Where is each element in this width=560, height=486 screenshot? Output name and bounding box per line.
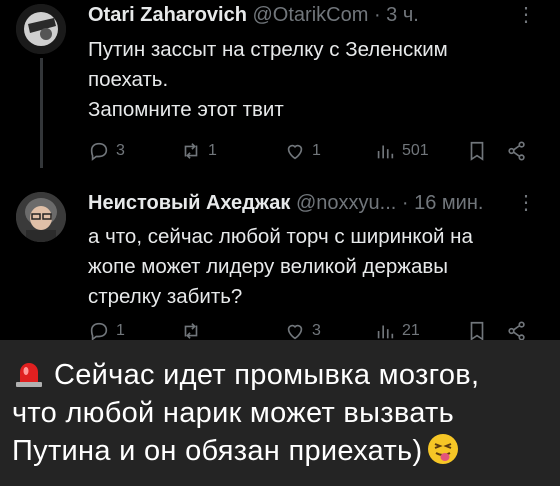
tweet-actions: 3 1 1 501 (88, 140, 528, 164)
share-icon (508, 321, 525, 341)
reply-icon (90, 142, 108, 161)
author-handle[interactable]: @noxxyu... (296, 192, 396, 214)
retweet-button[interactable] (180, 320, 208, 342)
tongue-out-face-icon (428, 434, 459, 464)
share-button[interactable] (506, 320, 528, 342)
bookmark-icon (470, 141, 484, 161)
views-chart-icon (377, 325, 394, 339)
caption-panel: Сейчас идет промывка мозгов, что любой н… (0, 340, 560, 486)
reply-button[interactable]: 3 (88, 140, 125, 162)
tweet-header: Otari Zaharovich @OtarikCom · 3 ч. (88, 4, 419, 27)
tweet-header: Неистовый Ахеджак @noxxyu... · 16 мин. (88, 192, 483, 215)
reply-count: 1 (116, 322, 125, 339)
like-button[interactable]: 1 (284, 140, 321, 162)
avatar[interactable] (16, 192, 66, 242)
police-siren-icon (16, 363, 42, 387)
tweet-time[interactable]: · 3 ч. (374, 4, 419, 26)
caption-line: Сейчас идет промывка мозгов, (12, 356, 479, 394)
author-handle[interactable]: @OtarikCom (253, 4, 369, 26)
tweet-text-line: а что, сейчас любой торч с ширинкой на (88, 225, 473, 248)
retweet-count: 1 (208, 142, 217, 159)
caption-line: что любой нарик может вызвать (12, 397, 454, 429)
share-button[interactable] (506, 140, 528, 162)
tweet-text-line: поехать. (88, 68, 169, 91)
tweet-text: Путин зассыт на стрелку с Зеленским поех… (88, 35, 448, 125)
tweet[interactable]: Неистовый Ахеджак @noxxyu... · 16 мин. ⋮… (0, 178, 560, 342)
view-count: 21 (402, 322, 420, 339)
more-options-icon[interactable]: ⋮ (516, 2, 536, 27)
tweet-thread: Otari Zaharovich @OtarikCom · 3 ч. ⋮ Пут… (0, 0, 560, 342)
retweet-button[interactable]: 1 (180, 140, 217, 162)
reply-button[interactable]: 1 (88, 320, 125, 342)
bookmark-button[interactable] (466, 140, 488, 162)
caption-text: Сейчас идет промывка мозгов, что любой н… (12, 356, 479, 470)
tweet-text-line: стрелку забить? (88, 285, 243, 308)
views-button[interactable]: 21 (374, 320, 420, 342)
reply-icon (90, 322, 108, 341)
tweet[interactable]: Otari Zaharovich @OtarikCom · 3 ч. ⋮ Пут… (0, 0, 560, 168)
share-icon (508, 141, 525, 161)
retweet-icon (184, 323, 198, 339)
caption-line: Путина и он обязан приехать) (12, 432, 479, 470)
heart-icon (287, 324, 303, 340)
like-count: 1 (312, 142, 321, 159)
heart-icon (287, 144, 303, 160)
bookmark-icon (470, 321, 484, 341)
caption-line-text: Сейчас идет промывка мозгов, (54, 359, 480, 391)
reply-count: 3 (116, 142, 125, 159)
views-chart-icon (377, 145, 394, 159)
author-name[interactable]: Неистовый Ахеджак (88, 192, 290, 214)
views-button[interactable]: 501 (374, 140, 429, 162)
view-count: 501 (402, 142, 429, 159)
thread-connector-line (40, 58, 43, 168)
tweet-time[interactable]: · 16 мин. (402, 192, 484, 214)
caption-line-text: Путина и он обязан приехать) (12, 435, 423, 467)
like-button[interactable]: 3 (284, 320, 321, 342)
tweet-text: а что, сейчас любой торч с ширинкой на ж… (88, 222, 473, 312)
more-options-icon[interactable]: ⋮ (516, 190, 536, 215)
tweet-text-line: Запомните этот твит (88, 98, 284, 121)
author-name[interactable]: Otari Zaharovich (88, 4, 247, 26)
tweet-text-line: Путин зассыт на стрелку с Зеленским (88, 38, 448, 61)
bookmark-button[interactable] (466, 320, 488, 342)
avatar[interactable] (16, 4, 66, 54)
like-count: 3 (312, 322, 321, 339)
tweet-text-line: жопе может лидеру великой державы (88, 255, 449, 278)
retweet-icon (184, 143, 198, 159)
